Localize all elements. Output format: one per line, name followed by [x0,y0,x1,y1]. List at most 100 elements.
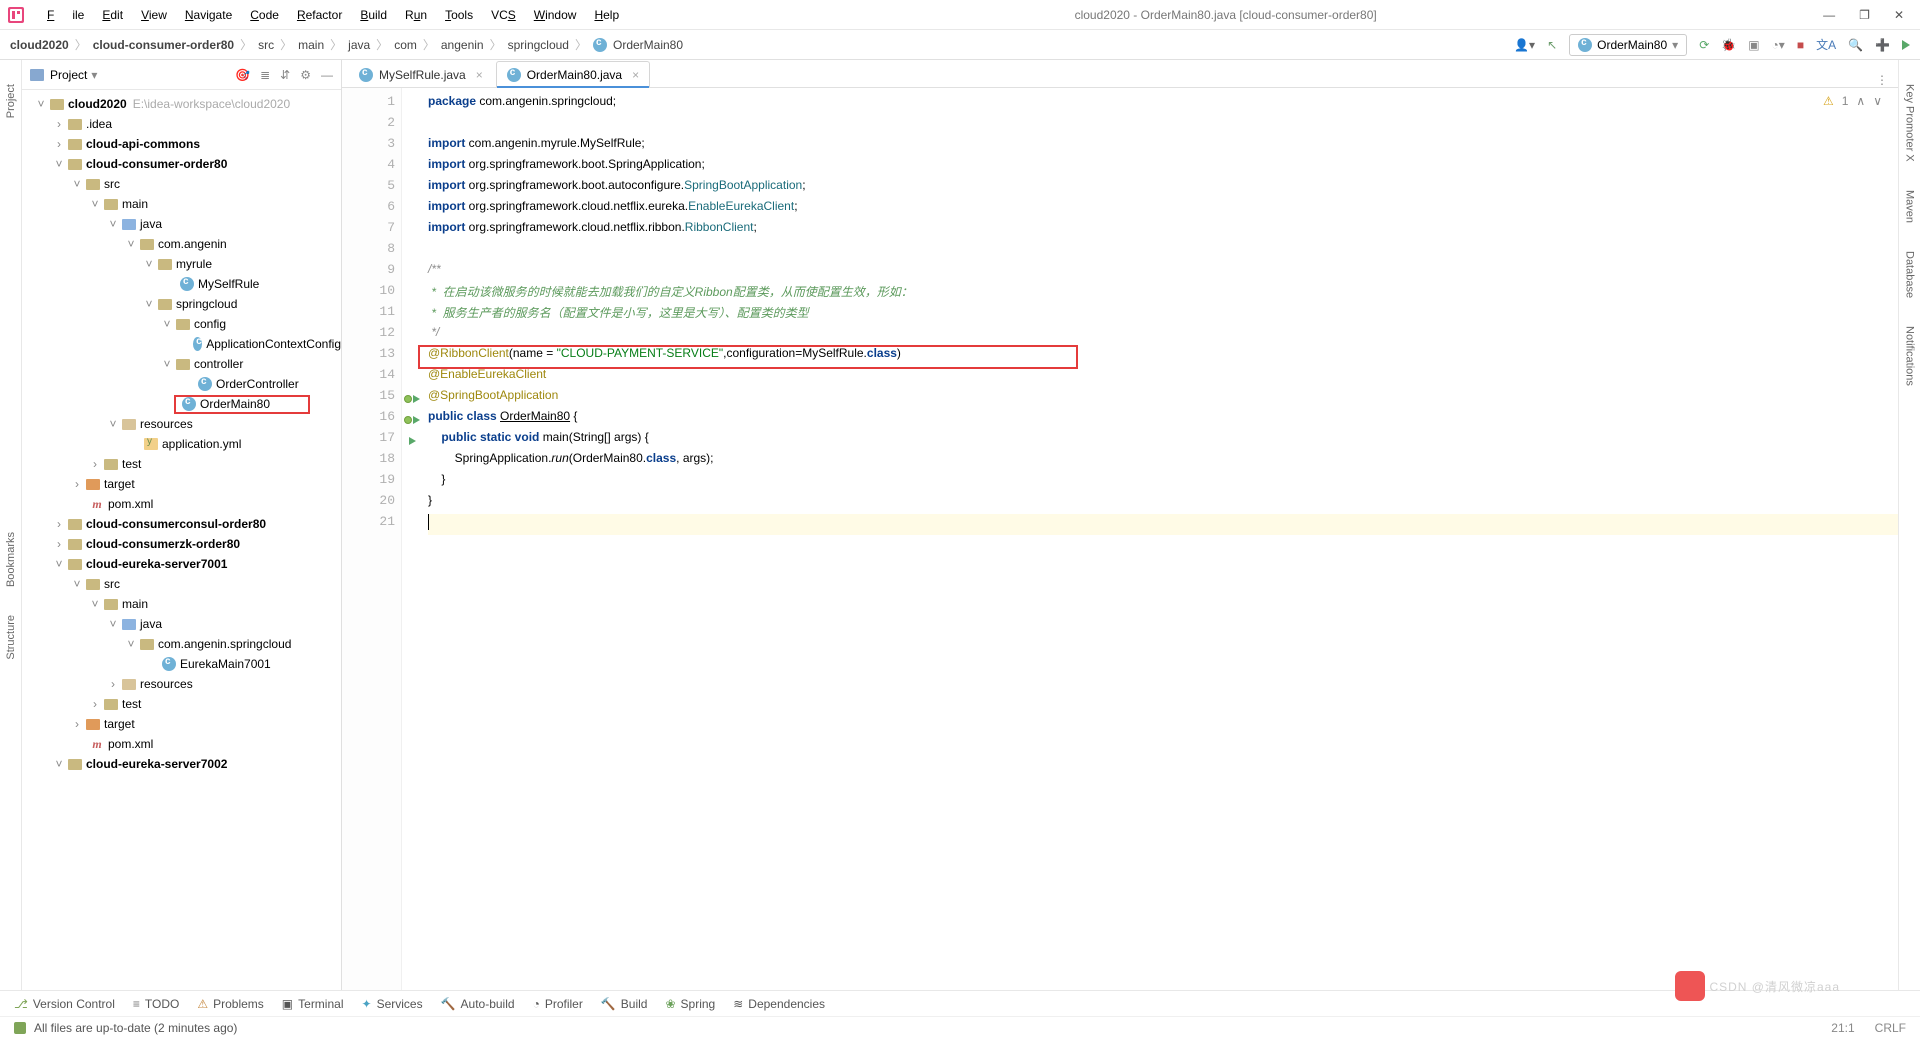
vcs-status-icon[interactable] [14,1022,26,1034]
tree-item[interactable]: cloud-api-commons [86,137,200,151]
hide-panel-icon[interactable]: — [321,68,333,82]
expand-all-icon[interactable]: ≣ [260,68,270,82]
run-config-dropdown[interactable]: OrderMain80 ▾ [1569,34,1687,56]
tree-item[interactable]: main [122,597,148,611]
crumb-5[interactable]: com [394,38,417,52]
status-caret-pos[interactable]: 21:1 [1831,1021,1854,1035]
tool-spring[interactable]: ❀Spring [665,997,715,1011]
minimize-icon[interactable]: — [1823,8,1835,22]
menu-vcs[interactable]: VCS [482,3,525,27]
nav-down-icon[interactable]: ∨ [1873,94,1882,108]
menu-run[interactable]: Run [396,3,436,27]
tool-dependencies[interactable]: ≋Dependencies [733,997,825,1011]
tree-item[interactable]: .idea [86,117,112,131]
tab-more-icon[interactable]: ⋮ [1876,73,1888,87]
tree-item[interactable]: com.angenin [158,237,227,251]
menu-window[interactable]: Window [525,3,586,27]
menu-code[interactable]: Code [241,3,288,27]
tool-profiler[interactable]: ◔Profiler [533,997,583,1011]
tree-item[interactable]: resources [140,417,193,431]
menu-edit[interactable]: Edit [93,3,132,27]
menu-tools[interactable]: Tools [436,3,482,27]
tree-item[interactable]: src [104,177,120,191]
tree-item-ordermain80[interactable]: OrderMain80 [200,397,270,411]
code-editor[interactable]: ⚠1∧∨ package com.angenin.springcloud; im… [422,88,1898,990]
select-opened-file-icon[interactable]: 🎯 [235,68,250,82]
tree-item[interactable]: config [194,317,226,331]
tool-todo[interactable]: ≡TODO [133,997,179,1011]
gutter-run-icon[interactable] [404,395,412,403]
tree-item[interactable]: EurekaMain7001 [180,657,271,671]
tab-myselfrule[interactable]: MySelfRule.java× [348,61,494,87]
play-icon[interactable] [1902,40,1910,50]
menu-view[interactable]: View [132,3,176,27]
tree-item[interactable]: java [140,217,162,231]
stop-button-icon[interactable]: ■ [1797,38,1804,52]
menu-refactor[interactable]: Refactor [288,3,351,27]
tree-item[interactable]: target [104,477,135,491]
tree-item[interactable]: myrule [176,257,212,271]
nav-up-icon[interactable]: ∧ [1856,94,1865,108]
tool-problems[interactable]: ⚠Problems [197,997,263,1011]
project-view-dropdown[interactable]: ▾ [91,68,97,82]
tree-item[interactable]: cloud-consumer-order80 [86,157,227,171]
menu-help[interactable]: Help [585,3,628,27]
rail-project[interactable]: Project [5,84,17,118]
tab-ordermain80[interactable]: OrderMain80.java× [496,61,650,87]
tree-item[interactable]: cloud-eureka-server7002 [86,757,227,771]
translate-icon[interactable]: 文A [1816,36,1836,53]
tree-root[interactable]: cloud2020 [68,97,127,111]
gutter-play-icon[interactable] [413,395,420,403]
tree-item[interactable]: springcloud [176,297,237,311]
tree-item[interactable]: test [122,697,141,711]
back-arrow-icon[interactable]: ↖ [1547,38,1557,52]
collapse-split-icon[interactable]: ⇵ [280,68,290,82]
run-button-icon[interactable]: ⟳ [1699,38,1709,52]
gutter-play-icon[interactable] [413,416,420,424]
gutter-run-icon[interactable] [404,416,412,424]
tree-item[interactable]: controller [194,357,243,371]
tool-terminal[interactable]: ▣Terminal [282,997,344,1011]
tree-item[interactable]: cloud-consumerconsul-order80 [86,517,266,531]
tree-item[interactable]: pom.xml [108,497,153,511]
tree-item[interactable]: MySelfRule [198,277,259,291]
tree-item[interactable]: application.yml [162,437,241,451]
add-config-icon[interactable]: ➕ [1875,38,1890,52]
tool-auto-build[interactable]: 🔨Auto-build [441,997,515,1011]
rail-database[interactable]: Database [1904,251,1916,298]
menu-build[interactable]: Build [351,3,396,27]
crumb-4[interactable]: java [348,38,370,52]
tree-item[interactable]: ApplicationContextConfig [206,337,341,351]
tree-item[interactable]: java [140,617,162,631]
rail-maven[interactable]: Maven [1904,190,1916,223]
tree-item[interactable]: OrderController [216,377,299,391]
tool-build[interactable]: 🔨Build [601,997,648,1011]
crumb-7[interactable]: springcloud [508,38,569,52]
tool-version-control[interactable]: ⎇Version Control [14,997,115,1011]
close-icon[interactable]: × [476,68,483,82]
rail-bookmarks[interactable]: Bookmarks [5,532,17,587]
gutter-play-icon[interactable] [409,437,416,445]
crumb-6[interactable]: angenin [441,38,484,52]
rail-notifications[interactable]: Notifications [1904,326,1916,386]
project-tree[interactable]: ˅cloud2020E:\idea-workspace\cloud2020 ›.… [22,90,341,990]
coverage-button-icon[interactable]: ▣ [1748,38,1759,52]
tool-services[interactable]: ✦Services [362,997,423,1011]
settings-gear-icon[interactable]: ⚙ [300,68,311,82]
rail-key-promoter[interactable]: Key Promoter X [1904,84,1916,162]
tree-item[interactable]: main [122,197,148,211]
tree-item[interactable]: src [104,577,120,591]
crumb-0[interactable]: cloud2020 [10,38,69,52]
crumb-2[interactable]: src [258,38,274,52]
profile-button-icon[interactable]: ◔▾ [1772,38,1785,52]
menu-navigate[interactable]: Navigate [176,3,241,27]
tree-item[interactable]: test [122,457,141,471]
rail-structure[interactable]: Structure [5,615,17,660]
search-icon[interactable]: 🔍 [1848,38,1863,52]
breadcrumb[interactable]: cloud2020〉 cloud-consumer-order80〉 src〉 … [10,36,683,53]
tree-item[interactable]: cloud-consumerzk-order80 [86,537,240,551]
tree-item[interactable]: resources [140,677,193,691]
tree-item[interactable]: cloud-eureka-server7001 [86,557,227,571]
close-icon[interactable]: × [632,68,639,82]
tree-item[interactable]: target [104,717,135,731]
